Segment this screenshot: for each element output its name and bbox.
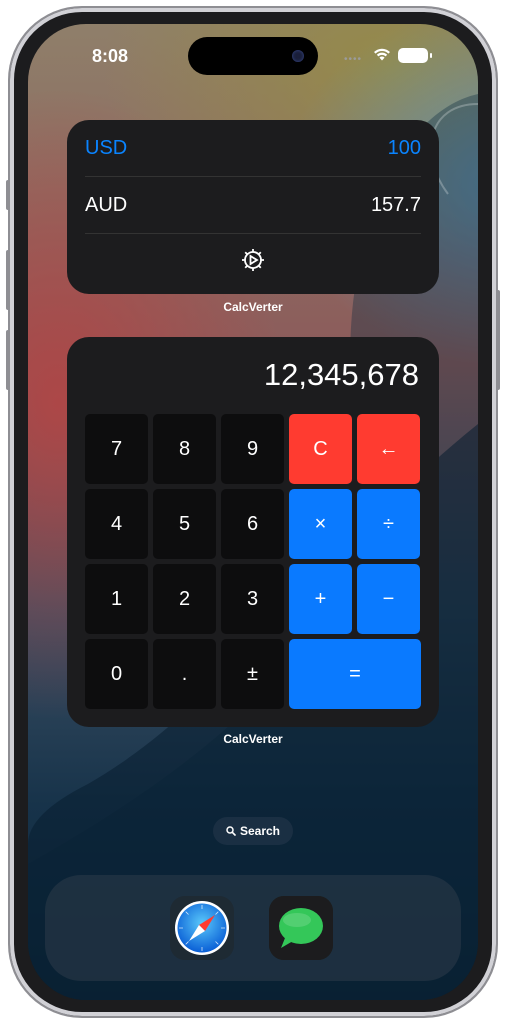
magnifier-icon xyxy=(226,826,236,836)
key-8[interactable]: 8 xyxy=(153,414,216,484)
clear-button[interactable]: C xyxy=(289,414,352,484)
target-currency-row[interactable]: AUD 157.7 xyxy=(85,177,421,234)
base-currency-amount: 100 xyxy=(387,136,421,159)
wifi-icon xyxy=(374,48,390,61)
gear-icon xyxy=(242,249,264,271)
base-currency-code: USD xyxy=(85,136,128,159)
calculator-display: 12,345,678 xyxy=(263,357,419,392)
sign-toggle-button[interactable]: ± xyxy=(221,639,284,709)
target-currency-amount: 157.7 xyxy=(370,193,421,216)
minus-button[interactable]: − xyxy=(357,564,420,634)
key-0[interactable]: 0 xyxy=(85,639,148,709)
key-4[interactable]: 4 xyxy=(85,489,148,559)
action-button xyxy=(6,180,10,210)
search-label: Search xyxy=(239,824,281,838)
safari-compass-icon xyxy=(175,901,229,955)
front-camera xyxy=(292,50,304,62)
target-currency-code: AUD xyxy=(85,193,128,216)
key-2[interactable]: 2 xyxy=(153,564,216,634)
backspace-button[interactable]: ← xyxy=(357,414,420,484)
messages-bubble-icon xyxy=(269,896,333,960)
volume-down-button xyxy=(6,330,10,390)
currency-widget[interactable]: USD 100 AUD 157.7 xyxy=(67,120,439,294)
base-currency-row[interactable]: USD 100 xyxy=(85,120,421,177)
decimal-button[interactable]: . xyxy=(153,639,216,709)
equals-button[interactable]: = xyxy=(289,639,421,709)
battery-tip xyxy=(430,53,432,58)
home-screen: 8:08 •••• USD 100 AUD 157.7 CalcVerter 1… xyxy=(28,24,478,1000)
calculator-widget[interactable]: 12,345,678 7 8 9 C ← 4 5 6 × ÷ 1 2 3 + −… xyxy=(67,337,439,727)
settings-button[interactable] xyxy=(237,244,269,276)
calculator-widget-label: CalcVerter xyxy=(223,732,283,746)
status-time: 8:08 xyxy=(92,46,129,66)
signal-dots-icon: •••• xyxy=(344,54,363,65)
messages-app-icon[interactable] xyxy=(269,896,333,960)
currency-widget-label: CalcVerter xyxy=(223,300,283,314)
key-3[interactable]: 3 xyxy=(221,564,284,634)
dynamic-island xyxy=(188,37,318,75)
plus-button[interactable]: + xyxy=(289,564,352,634)
safari-app-icon[interactable] xyxy=(170,896,234,960)
dock xyxy=(45,875,461,981)
power-button xyxy=(496,290,500,390)
volume-up-button xyxy=(6,250,10,310)
divide-button[interactable]: ÷ xyxy=(357,489,420,559)
multiply-button[interactable]: × xyxy=(289,489,352,559)
spotlight-search-button[interactable]: Search xyxy=(213,817,293,845)
key-5[interactable]: 5 xyxy=(153,489,216,559)
status-icons: •••• xyxy=(344,46,444,66)
key-6[interactable]: 6 xyxy=(221,489,284,559)
key-9[interactable]: 9 xyxy=(221,414,284,484)
key-1[interactable]: 1 xyxy=(85,564,148,634)
key-7[interactable]: 7 xyxy=(85,414,148,484)
battery-icon xyxy=(398,48,428,63)
